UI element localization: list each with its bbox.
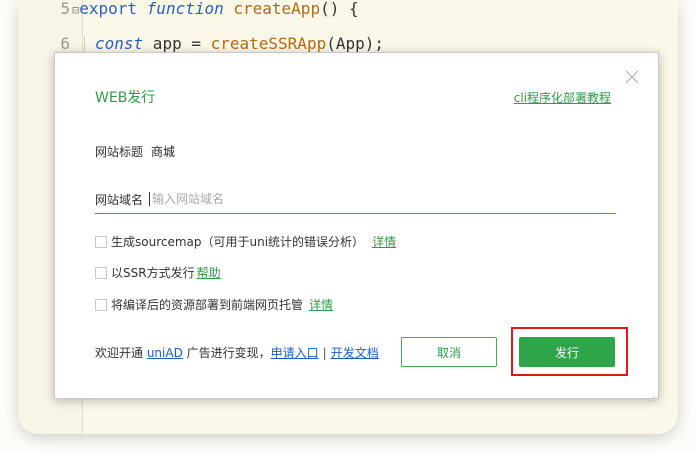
ssr-checkbox[interactable] bbox=[95, 266, 107, 279]
code-keyword: const bbox=[95, 34, 144, 53]
promo-middle: 广告进行变现， bbox=[182, 346, 271, 360]
close-icon[interactable] bbox=[624, 69, 640, 85]
code-line-5[interactable]: 5 ⊟export function createApp() { bbox=[18, 0, 359, 20]
option-label: 将编译后的资源部署到前端网页托管 bbox=[111, 298, 304, 312]
code-text: () { bbox=[320, 0, 359, 18]
domain-row: 网站域名 bbox=[95, 185, 616, 214]
site-title-row: 网站标题 商城 bbox=[95, 143, 175, 160]
line-number: 5 bbox=[60, 0, 70, 18]
option-label: 生成sourcemap（可用于uni统计的错误分析） bbox=[111, 235, 365, 249]
uniad-link[interactable]: uniAD bbox=[147, 346, 183, 360]
dialog-title: WEB发行 bbox=[95, 90, 156, 106]
code-function: createSSRApp bbox=[210, 34, 327, 53]
cancel-button[interactable]: 取消 bbox=[401, 337, 497, 367]
indent-guide bbox=[84, 35, 85, 54]
sourcemap-detail-link[interactable]: 详情 bbox=[372, 233, 396, 250]
domain-input[interactable] bbox=[149, 192, 575, 206]
code-function: createApp bbox=[233, 0, 321, 18]
option-ssr[interactable]: 以SSR方式发行 帮助 bbox=[95, 264, 221, 281]
ssr-help-link[interactable]: 帮助 bbox=[197, 264, 221, 281]
domain-label: 网站域名 bbox=[95, 192, 144, 207]
link-separator: | bbox=[322, 346, 327, 360]
web-publish-dialog: WEB发行 cli程序化部署教程 网站标题商城 网站域名 生成sourcemap… bbox=[54, 52, 659, 402]
hosting-checkbox[interactable] bbox=[95, 298, 107, 311]
option-sourcemap[interactable]: 生成sourcemap（可用于uni统计的错误分析） 详情 bbox=[95, 233, 396, 250]
code-text: (App); bbox=[326, 34, 384, 53]
uniad-promo: 欢迎开通 uniAD 广告进行变现，申请入口 | 开发文档 bbox=[95, 344, 379, 361]
publish-button[interactable]: 发行 bbox=[519, 337, 615, 367]
code-keyword: export bbox=[79, 0, 138, 18]
promo-prefix: 欢迎开通 bbox=[95, 346, 147, 360]
sourcemap-checkbox[interactable] bbox=[95, 235, 107, 248]
apply-entry-link[interactable]: 申请入口 bbox=[271, 346, 319, 360]
option-hosting[interactable]: 将编译后的资源部署到前端网页托管 详情 bbox=[95, 296, 333, 313]
site-title-label: 网站标题 bbox=[95, 145, 144, 159]
site-title-value[interactable]: 商城 bbox=[151, 145, 175, 159]
hosting-detail-link[interactable]: 详情 bbox=[309, 296, 333, 313]
option-label: 以SSR方式发行 bbox=[111, 266, 195, 280]
resize-grip-icon[interactable] bbox=[648, 388, 656, 402]
code-text: app = bbox=[143, 34, 211, 53]
dev-docs-link[interactable]: 开发文档 bbox=[331, 346, 379, 360]
code-keyword: function bbox=[146, 0, 224, 18]
cli-deploy-tutorial-link[interactable]: cli程序化部署教程 bbox=[514, 89, 611, 106]
